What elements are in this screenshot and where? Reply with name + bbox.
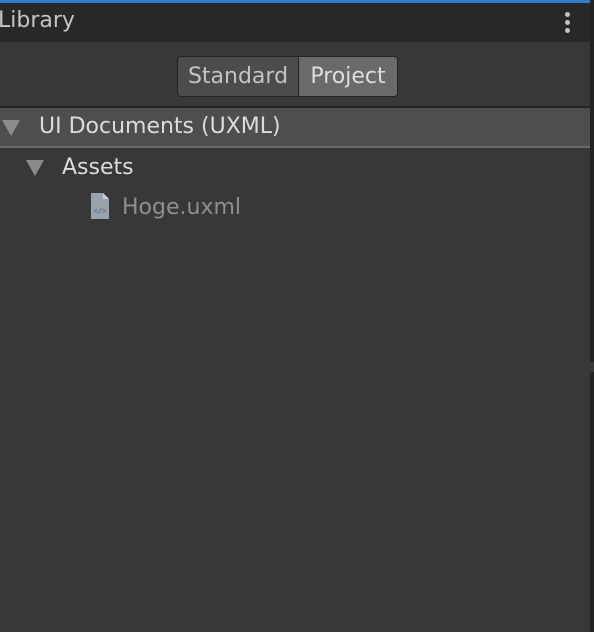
panel-right-border — [590, 0, 594, 632]
category-label: UI Documents (UXML) — [39, 114, 281, 139]
library-toolbar: Standard Project — [0, 42, 590, 106]
kebab-menu-icon[interactable] — [564, 12, 572, 34]
svg-text:</>: </> — [94, 207, 107, 215]
tree-folder-assets[interactable]: Assets — [0, 148, 590, 188]
panel-header: Library — [0, 3, 590, 42]
file-label: Hoge.uxml — [122, 195, 242, 220]
tree-item-file[interactable]: </> Hoge.uxml — [0, 188, 590, 228]
expand-triangle-icon[interactable] — [2, 120, 20, 136]
tree-category-ui-documents[interactable]: UI Documents (UXML) — [0, 108, 590, 148]
project-toggle-button[interactable]: Project — [299, 57, 397, 96]
expand-triangle-icon[interactable] — [26, 160, 44, 176]
folder-label: Assets — [62, 155, 134, 180]
library-panel: Library Standard Project UI Documents (U… — [0, 0, 594, 632]
panel-title: Library — [0, 8, 75, 33]
library-mode-toggle: Standard Project — [177, 56, 398, 97]
standard-toggle-button[interactable]: Standard — [178, 57, 299, 96]
uxml-file-icon: </> — [91, 193, 109, 219]
